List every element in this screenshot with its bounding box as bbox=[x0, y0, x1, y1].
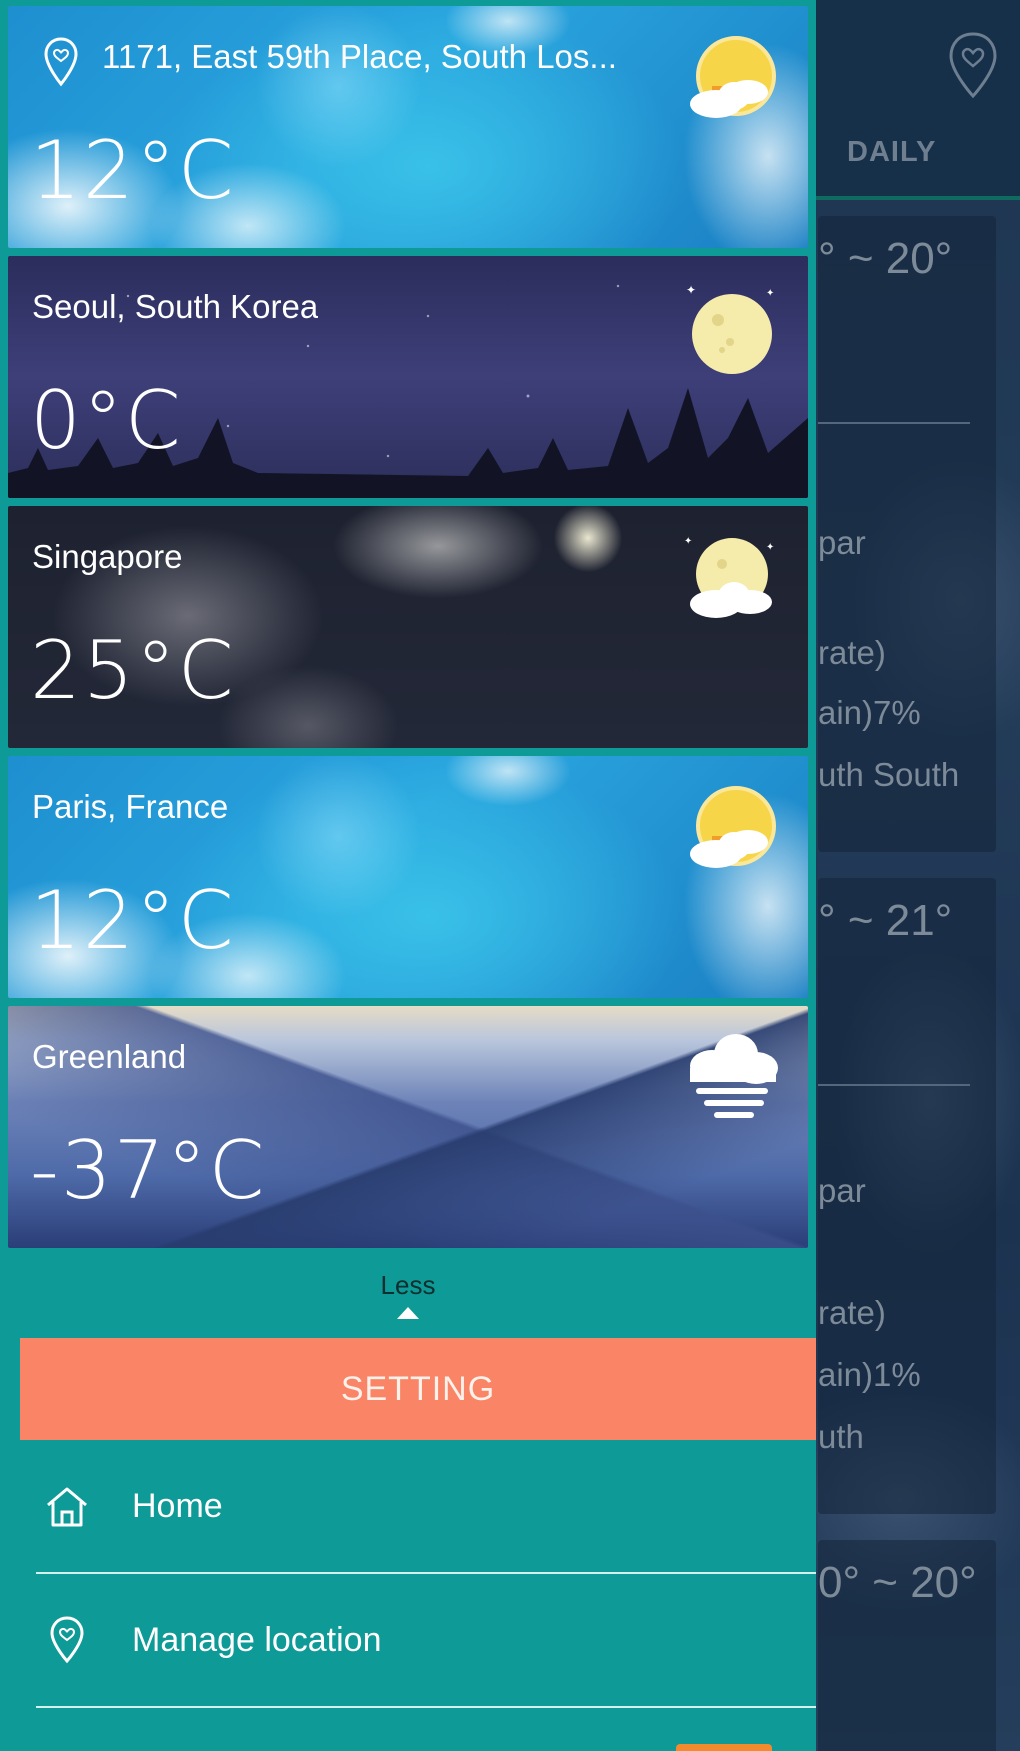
forecast-detail: rate) bbox=[818, 634, 886, 671]
location-card[interactable]: Singapore 25°C ✦ ✦ bbox=[8, 506, 808, 748]
moon-cloud-icon: ✦ ✦ bbox=[684, 536, 774, 618]
less-label: Less bbox=[380, 1270, 436, 1300]
daily-forecast-card[interactable]: 0° ~ 20° bbox=[818, 1540, 996, 1751]
menu-item-label: Home bbox=[132, 1486, 223, 1525]
location-temperature: 12°C bbox=[30, 124, 236, 217]
forecast-detail: uth bbox=[818, 1418, 864, 1455]
location-name: Paris, France bbox=[32, 788, 229, 825]
location-name: 1171, East 59th Place, South Los... bbox=[102, 38, 617, 75]
location-pin-icon bbox=[44, 37, 78, 87]
forecast-detail: ain)7% bbox=[818, 694, 921, 731]
temperature-range: ° ~ 21° bbox=[818, 896, 953, 945]
svg-text:✦: ✦ bbox=[686, 283, 696, 297]
daily-forecast-card[interactable]: ° ~ 20° par rate) ain)7% uth South bbox=[818, 216, 996, 852]
location-card[interactable]: Paris, France 12°C bbox=[8, 756, 808, 998]
location-temperature: 12°C bbox=[30, 874, 236, 967]
setting-button[interactable]: SETTING bbox=[20, 1338, 816, 1440]
location-temperature: -37°C bbox=[30, 1124, 267, 1217]
location-name: Singapore bbox=[32, 538, 183, 575]
navigation-drawer: 1171, East 59th Place, South Los... 12°C… bbox=[0, 0, 816, 1751]
notification-badge bbox=[676, 1744, 772, 1751]
forecast-detail: par bbox=[818, 1172, 866, 1209]
home-icon bbox=[47, 1487, 87, 1527]
forecast-detail: uth South bbox=[818, 756, 960, 793]
sun-cloud-icon bbox=[690, 36, 776, 118]
temperature-range: 0° ~ 20° bbox=[818, 1558, 977, 1607]
location-name: Seoul, South Korea bbox=[32, 288, 319, 325]
forecast-detail: par bbox=[818, 524, 866, 561]
chevron-up-icon bbox=[397, 1307, 419, 1319]
less-toggle[interactable]: Less bbox=[0, 1270, 816, 1319]
fog-cloud-icon bbox=[690, 1034, 778, 1118]
card-divider bbox=[818, 422, 970, 424]
location-temperature: 0°C bbox=[30, 374, 183, 467]
menu-item-label: Manage location bbox=[132, 1620, 382, 1659]
temperature-range: ° ~ 20° bbox=[818, 234, 953, 283]
forecast-detail: rate) bbox=[818, 1294, 886, 1331]
forecast-detail: ain)1% bbox=[818, 1356, 921, 1393]
location-temperature: 25°C bbox=[30, 624, 236, 717]
menu-item-home[interactable]: Home bbox=[0, 1440, 816, 1572]
location-heart-pin-icon[interactable] bbox=[945, 30, 1001, 102]
svg-text:✦: ✦ bbox=[766, 288, 774, 299]
location-card[interactable]: Greenland -37°C bbox=[8, 1006, 808, 1248]
daily-forecast-card[interactable]: ° ~ 21° par rate) ain)1% uth bbox=[818, 878, 996, 1514]
location-name: Greenland bbox=[32, 1038, 187, 1075]
card-divider bbox=[818, 1084, 970, 1086]
menu-divider bbox=[36, 1706, 816, 1708]
sun-cloud-icon bbox=[690, 786, 776, 868]
svg-text:✦: ✦ bbox=[684, 536, 692, 547]
location-card[interactable]: Seoul, South Korea 0°C ✦ ✦ bbox=[8, 256, 808, 498]
location-pin-icon bbox=[50, 1616, 84, 1664]
location-card-current[interactable]: 1171, East 59th Place, South Los... 12°C bbox=[8, 6, 808, 248]
svg-text:✦: ✦ bbox=[766, 542, 774, 553]
tab-daily[interactable]: DAILY bbox=[847, 136, 936, 169]
moon-icon: ✦ ✦ bbox=[686, 283, 774, 374]
menu-item-manage-location[interactable]: Manage location bbox=[0, 1574, 816, 1706]
